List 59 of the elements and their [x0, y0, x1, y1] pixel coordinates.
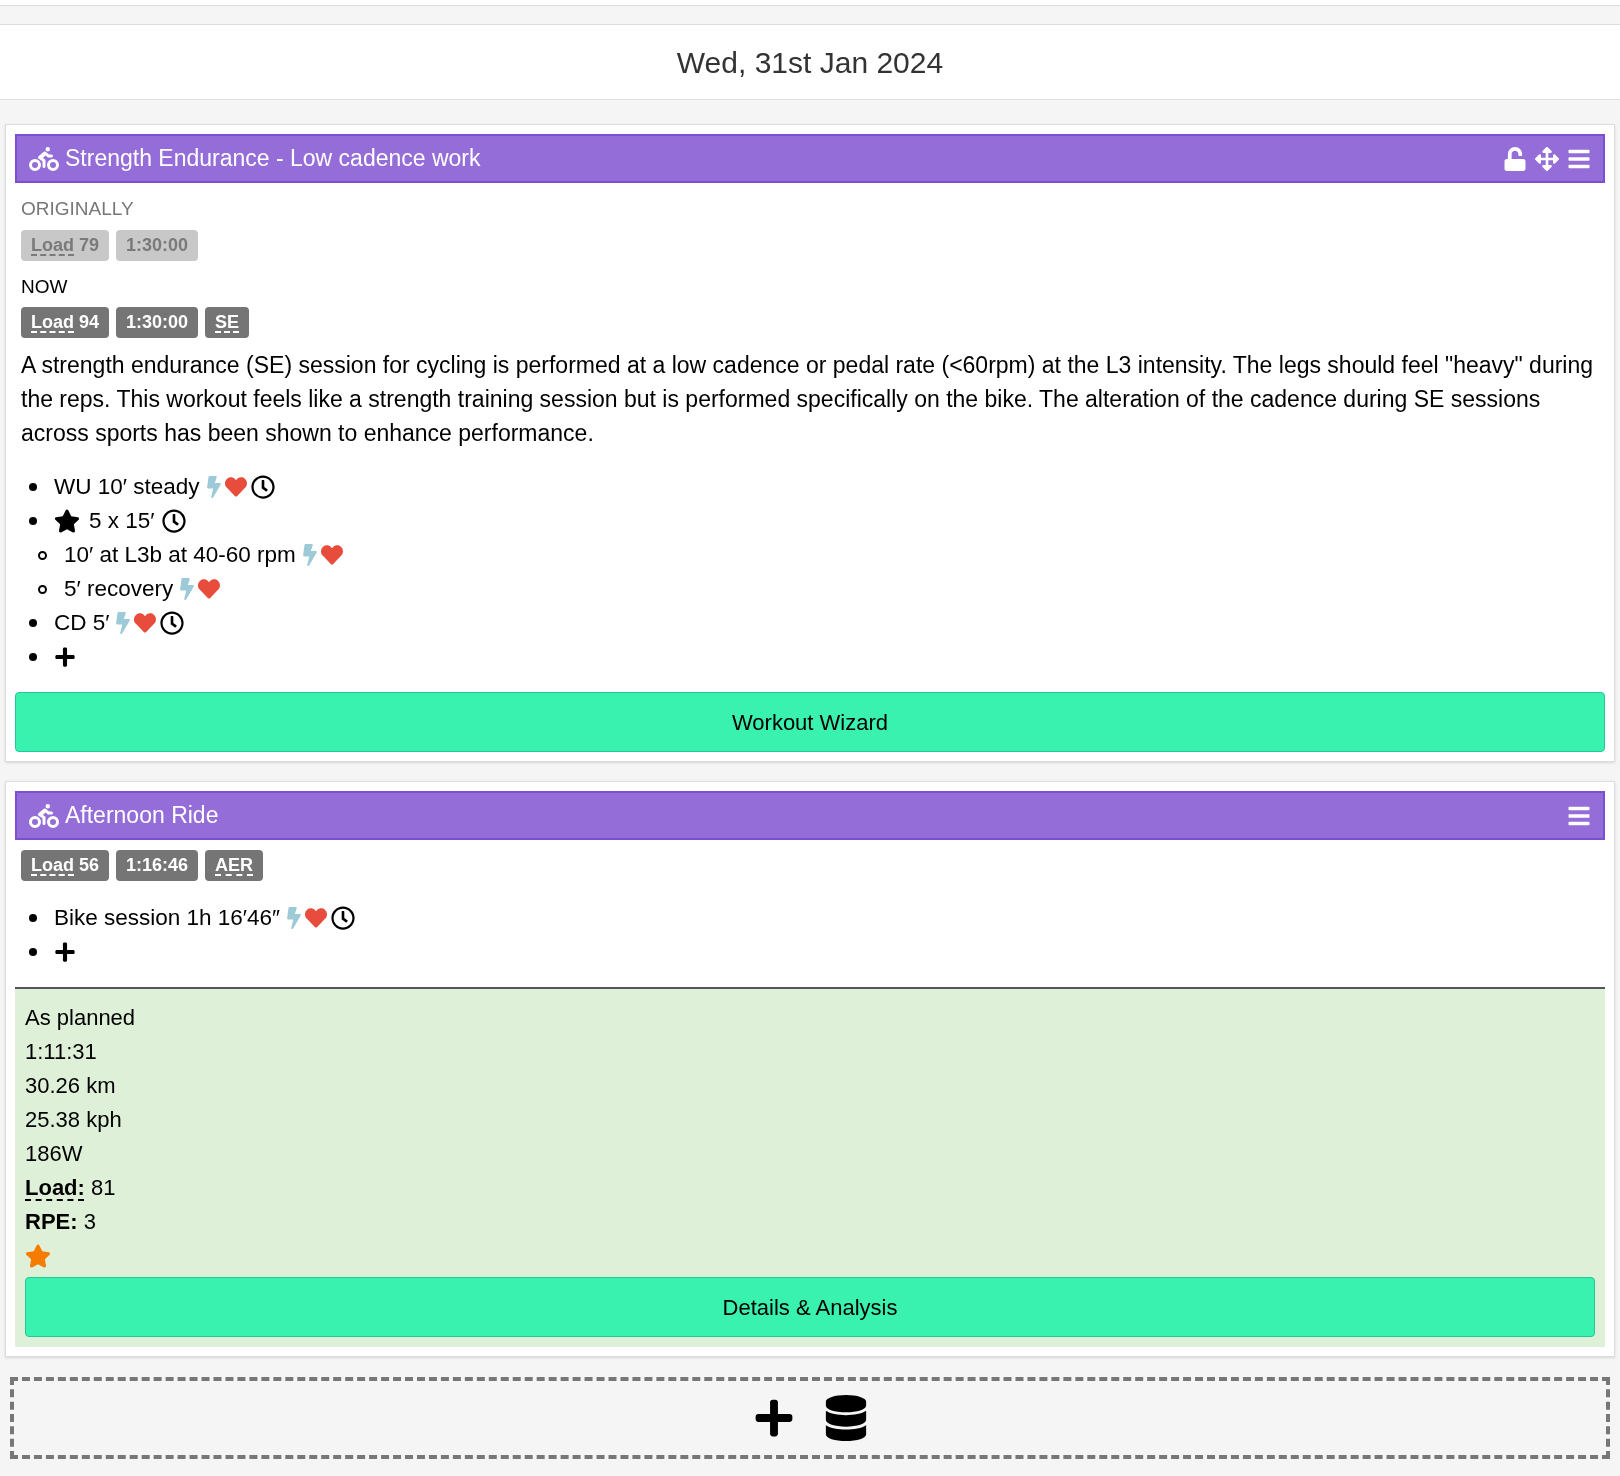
- add-drop-zone[interactable]: [10, 1377, 1610, 1459]
- bicycle-icon: [29, 802, 59, 829]
- badge: AER: [205, 850, 264, 881]
- badge: Load 56: [21, 850, 110, 881]
- badge: Load 94: [21, 307, 110, 338]
- result-field: RPE: 3: [25, 1205, 1595, 1239]
- bullet-icon: [38, 584, 47, 594]
- bullet-icon: [29, 653, 37, 661]
- badge: 1:30:00: [116, 229, 199, 261]
- step-text[interactable]: Bike session 1h 16′46″: [54, 901, 281, 935]
- workout-header[interactable]: Afternoon Ride: [15, 791, 1605, 840]
- clock-icon[interactable]: [161, 509, 186, 533]
- bullet-icon: [29, 483, 37, 491]
- result-line: 186W: [25, 1140, 84, 1168]
- workout-title: Strength Endurance - Low cadence work: [65, 144, 481, 174]
- badge: SE: [205, 307, 250, 338]
- section-label: NOW: [21, 274, 69, 299]
- badge: Load 79: [21, 229, 110, 261]
- step-text[interactable]: 5′ recovery: [64, 572, 174, 606]
- clock-icon[interactable]: [160, 611, 185, 635]
- heart-icon[interactable]: [304, 907, 329, 929]
- bullet-icon: [29, 948, 37, 956]
- section-label: ORIGINALLY: [21, 197, 135, 221]
- heart-icon[interactable]: [133, 612, 158, 634]
- step-text[interactable]: CD 5′: [54, 606, 110, 640]
- add-icon[interactable]: [54, 941, 76, 963]
- description: A strength endurance (SE) session for cycling is performed at a low cadence or pedal rate (<60rpm) at the L3 intensity. The legs should feel "heavy" during the reps. This workout feels like a strength training session but is performed specifically on the bike. The alteration of the cadence during SE sessions across sports has been shown to enhance performance.: [21, 351, 1595, 448]
- wizard-button[interactable]: Workout Wizard: [15, 692, 1605, 752]
- bullet-icon: [38, 550, 47, 560]
- badge: 1:30:00: [116, 307, 199, 338]
- star-icon[interactable]: [54, 508, 80, 534]
- bicycle-icon: [29, 145, 59, 172]
- step-text[interactable]: 10′ at L3b at 40-60 rpm: [64, 538, 296, 572]
- clock-icon[interactable]: [250, 475, 275, 499]
- database-icon[interactable]: [825, 1395, 867, 1441]
- unlock-icon[interactable]: [1503, 146, 1527, 171]
- move-icon[interactable]: [1535, 146, 1559, 171]
- clock-icon[interactable]: [331, 906, 356, 930]
- bullet-icon: [29, 914, 37, 922]
- star-icon[interactable]: [25, 1243, 51, 1269]
- result-field: Load: 81: [25, 1171, 1595, 1205]
- result-line: 30.26 km: [25, 1072, 117, 1100]
- date-title: Wed, 31st Jan 2024: [676, 44, 944, 81]
- heart-icon[interactable]: [223, 476, 248, 498]
- result-line: 1:11:31: [25, 1038, 98, 1066]
- step-text[interactable]: WU 10′ steady: [54, 470, 200, 504]
- bullet-icon: [29, 517, 37, 525]
- add-icon[interactable]: [54, 646, 76, 668]
- workout-header[interactable]: Strength Endurance - Low cadence work: [15, 134, 1605, 183]
- analysis-button[interactable]: Details & Analysis: [25, 1277, 1595, 1337]
- badge: 1:16:46: [116, 850, 199, 881]
- bullet-icon: [29, 619, 37, 627]
- workout-title: Afternoon Ride: [65, 801, 219, 831]
- heart-icon[interactable]: [319, 544, 344, 566]
- result-line: 25.38 kph: [25, 1106, 123, 1134]
- add-icon[interactable]: [753, 1397, 795, 1439]
- heart-icon[interactable]: [197, 578, 222, 600]
- result-line: As planned: [25, 1004, 137, 1032]
- step-text[interactable]: 5 x 15′: [89, 504, 155, 538]
